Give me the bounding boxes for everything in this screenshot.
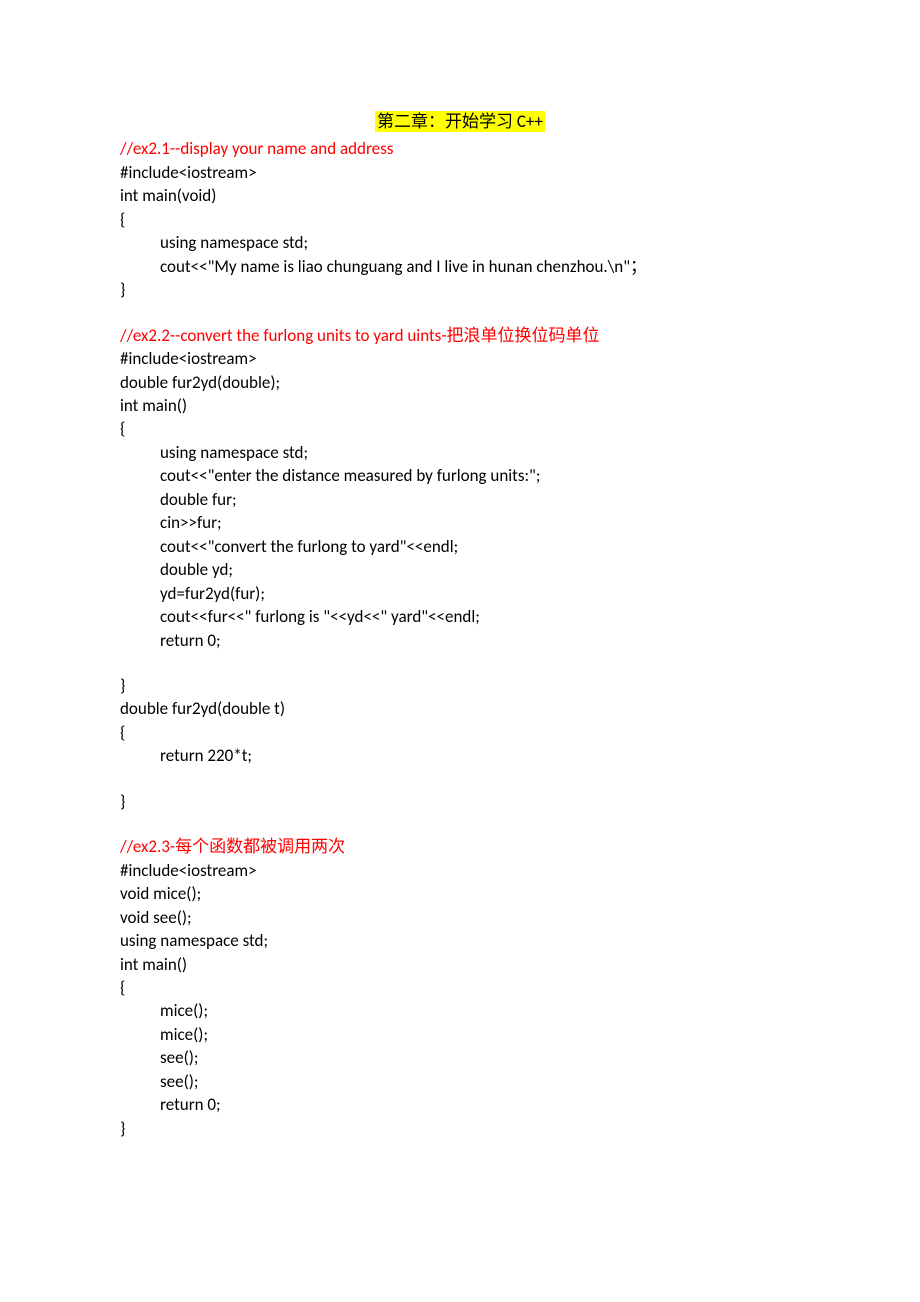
ex2-1-title: //ex2.1--display your name and address [120,137,800,160]
document-page: 第二章：开始学习 C++ //ex2.1--display your name … [0,0,920,1200]
chapter-heading: 第二章：开始学习 C++ [120,110,800,133]
spacer [120,768,800,790]
code-line: return 0; [120,1093,800,1116]
code-line: #include<iostream> [120,859,800,882]
code-line: using namespace std; [120,441,800,464]
code-line: double yd; [120,558,800,581]
code-line: { [120,417,800,440]
ex2-2-title: //ex2.2--convert the furlong units to ya… [120,324,800,347]
code-line: void mice(); [120,882,800,905]
code-line: } [120,278,800,301]
code-line: mice(); [120,999,800,1022]
code-line: } [120,1117,800,1140]
spacer [120,302,800,324]
code-line: return 220*t; [120,744,800,767]
code-line: #include<iostream> [120,347,800,370]
spacer [120,652,800,674]
code-line: using namespace std; [120,231,800,254]
code-line: } [120,674,800,697]
code-line: { [120,976,800,999]
code-line: yd=fur2yd(fur); [120,582,800,605]
code-line: int main() [120,953,800,976]
code-line: #include<iostream> [120,161,800,184]
code-line: double fur2yd(double); [120,371,800,394]
code-line: cout<<"enter the distance measured by fu… [120,464,800,487]
code-line: int main() [120,394,800,417]
code-line: double fur; [120,488,800,511]
code-line: mice(); [120,1023,800,1046]
code-line: using namespace std; [120,929,800,952]
code-line: cout<<"My name is liao chunguang and I l… [120,255,800,278]
code-line: int main(void) [120,184,800,207]
code-line: cout<<"convert the furlong to yard"<<end… [120,535,800,558]
code-line: see(); [120,1046,800,1069]
code-line: see(); [120,1070,800,1093]
code-line: cout<<fur<<" furlong is "<<yd<<" yard"<<… [120,605,800,628]
code-line: cin>>fur; [120,511,800,534]
code-line: return 0; [120,629,800,652]
code-line: void see(); [120,906,800,929]
spacer [120,813,800,835]
code-line: } [120,790,800,813]
ex2-3-title: //ex2.3-每个函数都被调用两次 [120,835,800,858]
chapter-heading-text: 第二章：开始学习 C++ [375,111,545,132]
code-line: { [120,208,800,231]
code-line: { [120,721,800,744]
code-line: double fur2yd(double t) [120,697,800,720]
